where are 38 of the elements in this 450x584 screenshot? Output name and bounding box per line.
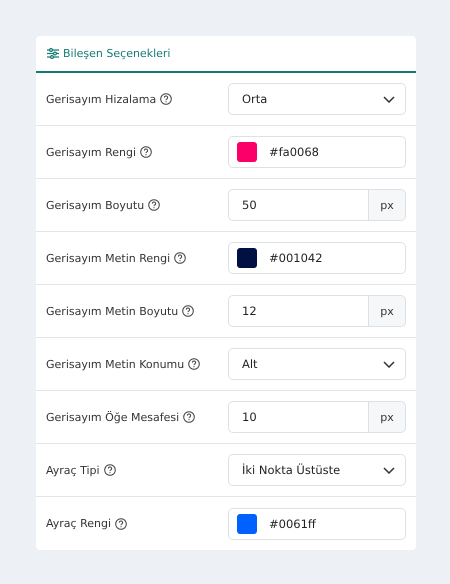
help-icon[interactable] (174, 252, 186, 264)
number-field[interactable]: 50 (228, 189, 369, 221)
color-field[interactable]: #fa0068 (228, 136, 406, 168)
option-label: Gerisayım Metin Boyutu (46, 304, 178, 318)
help-icon[interactable] (182, 305, 194, 317)
option-label: Ayraç Tipi (46, 464, 100, 476)
color-swatch[interactable] (237, 248, 257, 268)
sliders-icon (47, 48, 59, 59)
option-label: Gerisayım Boyutu (46, 198, 144, 212)
option-label: Gerisayım Hizalama (46, 92, 156, 106)
select-field[interactable]: Alt (228, 348, 406, 380)
number-field[interactable]: 12 (228, 295, 369, 327)
color-swatch[interactable] (237, 514, 257, 534)
option-label: Gerisayım Metin Konumu (46, 358, 184, 370)
help-icon[interactable] (183, 411, 196, 423)
help-icon[interactable] (160, 93, 172, 105)
select-field[interactable]: Orta (228, 83, 406, 115)
option-label: Gerisayım Rengi (46, 146, 136, 158)
number-field[interactable]: 10 (228, 401, 369, 433)
chevron-down-icon (383, 360, 395, 368)
option-label: Gerisayım Metin Rengi (46, 252, 170, 264)
unit-addon: px (369, 401, 406, 433)
option-label: Ayraç Rengi (46, 517, 112, 530)
unit-addon: px (369, 295, 406, 327)
color-field[interactable]: #0061ff (228, 508, 406, 540)
help-icon[interactable] (115, 518, 128, 530)
help-icon[interactable] (104, 464, 116, 476)
color-field[interactable]: #001042 (228, 242, 406, 274)
help-icon[interactable] (148, 199, 160, 211)
option-label: Gerisayım Öğe Mesafesi (46, 410, 180, 424)
panel-tab[interactable]: Bileşen Seçenekleri (47, 47, 170, 60)
chevron-down-icon (383, 466, 395, 474)
select-field[interactable]: İki Nokta Üstüste (228, 454, 406, 486)
chevron-down-icon (383, 96, 395, 102)
help-icon[interactable] (188, 358, 200, 370)
color-swatch[interactable] (237, 142, 257, 162)
unit-addon: px (369, 189, 406, 221)
help-icon[interactable] (140, 146, 152, 158)
